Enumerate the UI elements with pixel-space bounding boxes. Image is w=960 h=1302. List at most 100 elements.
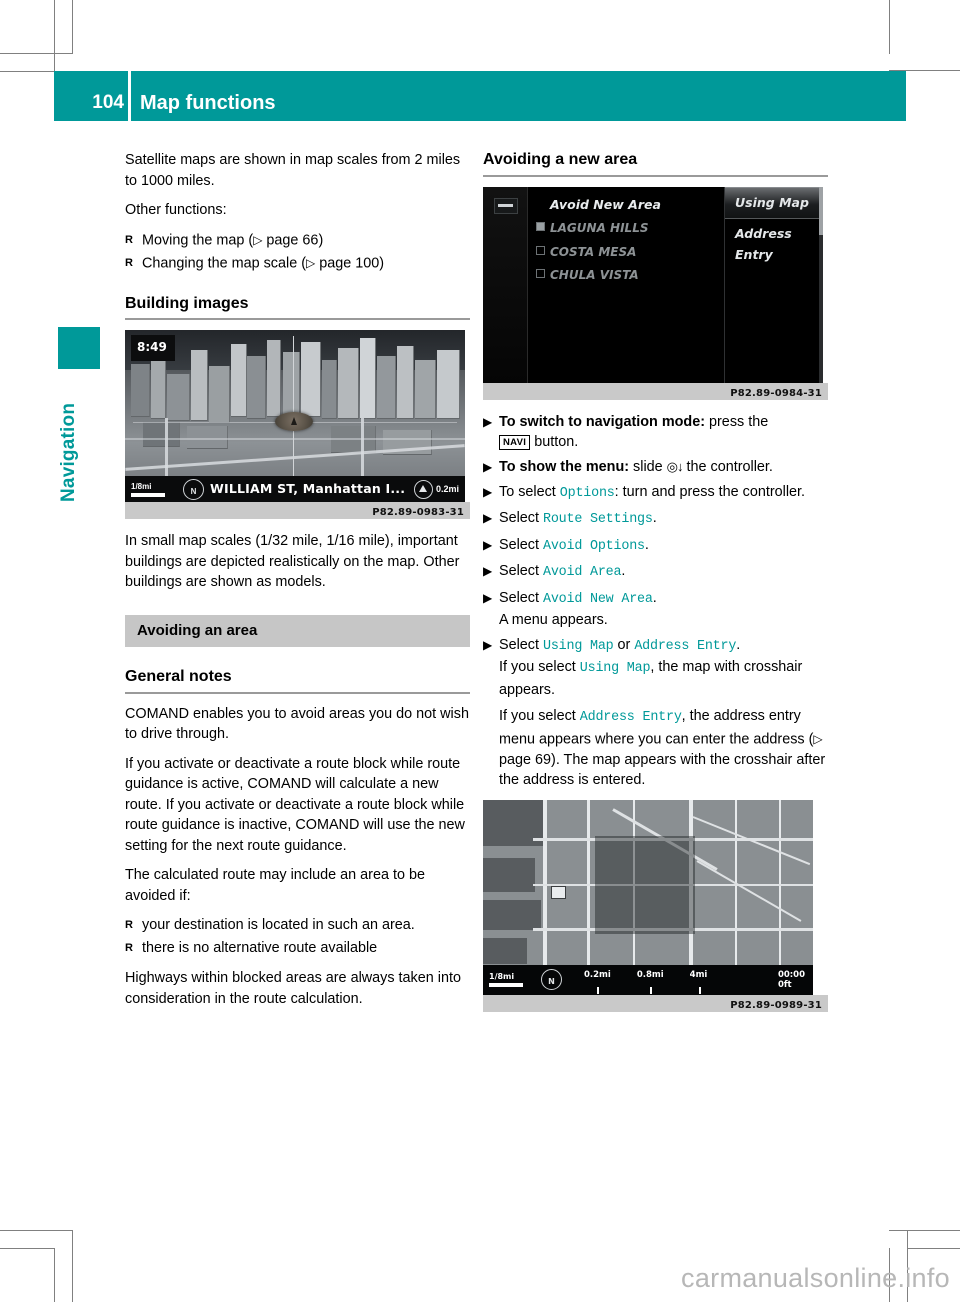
step-marker-icon: ▶: [483, 459, 493, 474]
section-band-avoiding-an-area: Avoiding an area: [125, 614, 470, 647]
menu-option-using-map: Using Map: [725, 186, 819, 219]
list-item-page-ref: page 100: [315, 255, 380, 271]
figure-caption: P82.89-0984-31: [730, 387, 822, 399]
road-line: [165, 418, 168, 478]
menu-reference-2: Address Entry: [634, 638, 737, 654]
building-map-screenshot: 8:49 1/8mi WILLIAM ST, Manhattan I... 0.…: [125, 330, 465, 502]
compass-icon: [541, 969, 562, 993]
zoom-tick: 4mi: [690, 965, 707, 995]
clock-display: 8:49: [131, 335, 175, 361]
building-block: [301, 342, 321, 417]
controller-slide-icon: ◎↓: [666, 458, 684, 474]
menu-option-address-entry: Address Entry: [735, 226, 792, 262]
crosshair-vertical: [293, 336, 294, 476]
map-road: [543, 799, 547, 966]
zoom-tick: 0.8mi: [637, 965, 664, 995]
zoom-scale-ticks: 0.2mi 0.8mi 4mi: [584, 965, 707, 995]
figure-building-images: 8:49 1/8mi WILLIAM ST, Manhattan I... 0.…: [125, 330, 470, 519]
road-line: [361, 418, 364, 478]
map-scale-label: 1/8mi: [131, 481, 152, 491]
list-item: R Moving the map (▷ page 66): [125, 230, 470, 251]
building-block: [322, 360, 337, 419]
navi-button-key: NAVI: [499, 435, 531, 450]
left-column: Satellite maps are shown in map scales f…: [125, 150, 470, 1018]
step-marker-icon: ▶: [483, 637, 493, 652]
side-tab-label: Navigation: [58, 402, 79, 502]
map-poi-marker-icon: [551, 885, 566, 899]
instruction-steps: ▶ To switch to navigation mode: press th…: [483, 412, 828, 701]
building-block: [437, 350, 460, 419]
menu-entry: CHULA VISTA: [528, 262, 723, 286]
map-road: [779, 799, 781, 966]
step-marker-icon: ▶: [483, 511, 493, 525]
list-item: R there is no alternative route availabl…: [125, 938, 470, 959]
checkbox-icon: [536, 245, 545, 255]
heading-rule: [125, 691, 470, 694]
step-text: Select: [499, 510, 543, 526]
figure-caption: P82.89-0983-31: [372, 507, 464, 518]
cropmark-bottom-right-horizontal-2: [907, 1248, 960, 1249]
menu-title: Avoid New Area: [550, 196, 661, 212]
figure-caption: P82.89-0989-31: [730, 999, 822, 1011]
checkbox-icon: [536, 269, 545, 278]
destination-icon: [413, 479, 433, 499]
map-scale-indicator: 1/8mi: [131, 482, 177, 497]
header-divider: [128, 71, 131, 121]
cropmark-bottom-left-horizontal-2: [0, 1248, 55, 1249]
note-page-ref: page 69: [499, 751, 552, 768]
destination-distance: 0.2mi: [413, 479, 459, 500]
building-block: [397, 346, 414, 419]
cropmark-bottom-right-horizontal: [889, 1230, 960, 1231]
zoom-tick: 0.2mi: [584, 965, 611, 995]
building-block: [338, 348, 359, 419]
menu-reference: Using Map: [543, 638, 614, 654]
general-notes-paragraph-2: If you activate or deactivate a route bl…: [125, 755, 465, 854]
list-item-page-ref: page 66: [262, 232, 319, 248]
figure-avoid-new-area-menu: Avoid New Area LAGUNA HILLS COSTA MESA C…: [483, 186, 828, 400]
building-block: [151, 358, 166, 419]
other-functions-label: Other functions:: [125, 202, 227, 218]
cropmark-bottom-left-vertical-2: [72, 1230, 73, 1302]
menu-entry-label: CHULA VISTA: [550, 268, 639, 282]
bullet-marker-icon: R: [125, 233, 133, 246]
general-notes-paragraph-1: COMAND enables you to avoid areas you do…: [125, 705, 469, 743]
step-item: ▶ To select Options: turn and press the …: [483, 482, 828, 505]
building-block: [247, 356, 266, 419]
step-text-tail: the controller.: [682, 458, 773, 475]
current-street-label: WILLIAM ST, Manhattan I...: [210, 480, 406, 496]
step-item: ▶ Select Avoid New Area. A menu appears.: [483, 588, 828, 631]
cropmark-top-left-vertical: [54, 0, 55, 72]
menu-entry-label: COSTA MESA: [550, 244, 637, 259]
map-block-area: [483, 857, 535, 892]
step-text: To select: [499, 483, 560, 500]
list-item-label: there is no alternative route available: [142, 940, 378, 956]
step-item: ▶ To show the menu: slide ◎↓ the control…: [483, 457, 828, 478]
menu-entry: COSTA MESA: [528, 239, 723, 263]
step-result-text: A menu appears.: [499, 612, 608, 628]
page-ref-icon: ▷: [813, 731, 823, 746]
map-scale-indicator: 1/8mi: [489, 972, 535, 987]
menu-main-column: Avoid New Area LAGUNA HILLS COSTA MESA C…: [528, 187, 723, 383]
step-marker-icon: ▶: [483, 484, 493, 499]
page-number: 104: [92, 92, 124, 113]
menu-entry-label: LAGUNA HILLS: [550, 221, 649, 235]
road-line: [125, 438, 465, 440]
comand-menu-screenshot: Avoid New Area LAGUNA HILLS COSTA MESA C…: [483, 186, 823, 383]
bullet-marker-icon: R: [125, 919, 133, 931]
section-heading-general-notes: General notes: [125, 668, 232, 685]
eta-distance: 0ft: [777, 979, 792, 990]
right-column: Avoiding a new area Avoid New Area LAGUN…: [483, 150, 828, 1024]
building-block: [267, 340, 281, 417]
figure-avoid-area-map: 1/8mi 0.2mi 0.8mi 4mi 00:00 0ft P82.89-0…: [483, 799, 828, 1012]
map-scale-bar: [489, 983, 523, 987]
heading-rule: [125, 318, 470, 320]
menu-side-column: Using Map Address Entry: [724, 186, 819, 383]
menu-reference: Avoid Area: [543, 565, 622, 580]
map-status-bar: 1/8mi WILLIAM ST, Manhattan I... 0.2mi: [125, 476, 465, 502]
cropmark-top-right-vertical: [889, 0, 890, 54]
step-text-mid: or: [613, 636, 635, 653]
cropmark-top-left-horizontal-2: [0, 71, 55, 72]
menu-reference: Avoid Options: [543, 538, 645, 554]
compass-icon: [183, 478, 204, 502]
step-marker-icon: ▶: [483, 564, 493, 578]
